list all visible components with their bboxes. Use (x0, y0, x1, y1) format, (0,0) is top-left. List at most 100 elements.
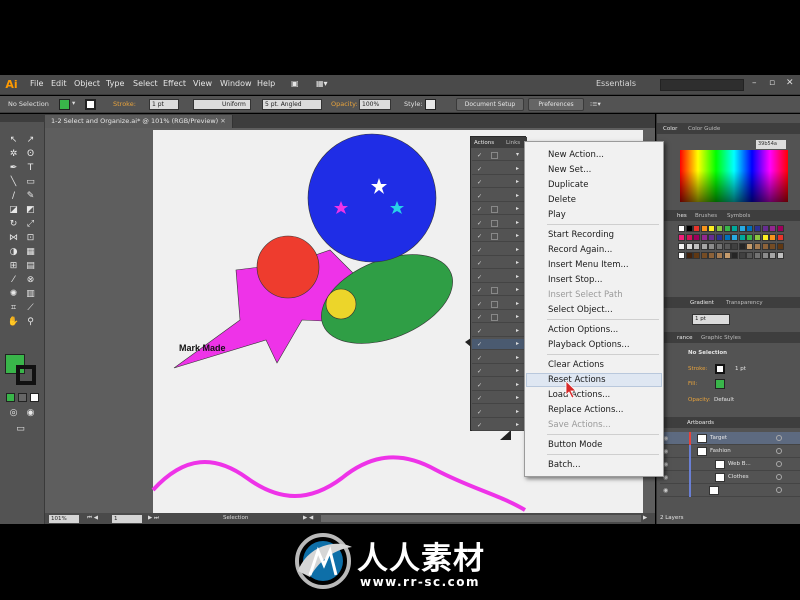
color-swatch[interactable] (716, 243, 723, 250)
expand-triangle-icon[interactable]: ▸ (516, 340, 519, 347)
action-toggle-icon[interactable]: ✓ (477, 382, 482, 389)
color-swatch[interactable] (738, 252, 746, 259)
color-swatch[interactable] (685, 225, 693, 232)
color-swatch[interactable] (776, 252, 784, 259)
expand-triangle-icon[interactable]: ▸ (516, 178, 519, 185)
color-swatch[interactable] (723, 234, 731, 241)
search-help-field[interactable] (660, 79, 744, 91)
expand-triangle-icon[interactable]: ▾ (516, 151, 519, 158)
line-tool-icon[interactable]: ╲ (7, 176, 20, 188)
tab-gradient[interactable]: Gradient (690, 298, 714, 308)
action-row[interactable]: ✓ ▸ (472, 245, 525, 256)
color-swatch[interactable] (716, 252, 723, 259)
action-toggle-icon[interactable]: ✓ (477, 355, 482, 362)
color-swatch[interactable] (678, 234, 685, 241)
eraser-tool-icon[interactable]: ◩ (24, 204, 37, 216)
color-swatch[interactable] (731, 243, 739, 250)
close-icon[interactable]: ✕ (786, 78, 794, 88)
action-toggle-icon[interactable]: ✓ (477, 422, 482, 429)
layer-name[interactable]: Web B... (728, 461, 751, 467)
action-toggle-icon[interactable]: ✓ (477, 179, 482, 186)
action-toggle-icon[interactable]: ✓ (477, 247, 482, 254)
color-swatch[interactable] (769, 234, 777, 241)
variable-width-profile[interactable]: Uniform (193, 99, 251, 110)
graphic-style-swatch[interactable] (425, 99, 436, 110)
action-toggle-icon[interactable]: ✓ (477, 368, 482, 375)
menu-type[interactable]: Type (106, 79, 124, 88)
color-swatch[interactable] (738, 225, 746, 232)
tab-symbols[interactable]: Symbols (727, 211, 750, 221)
menu-object[interactable]: Object (74, 79, 100, 88)
menu-file[interactable]: File (30, 79, 43, 88)
zoom-tool-icon[interactable]: ⚲ (24, 316, 37, 328)
color-swatch[interactable] (678, 243, 685, 250)
action-row[interactable]: ✓ ▸ (472, 312, 525, 323)
layer-row[interactable]: ◉ Target (660, 432, 800, 445)
color-swatch[interactable] (754, 243, 761, 250)
color-swatch[interactable] (700, 252, 708, 259)
draw-behind-icon[interactable]: ◉ (24, 407, 37, 419)
color-swatch[interactable] (678, 252, 685, 259)
action-row[interactable]: ✓ ▸ (472, 204, 525, 215)
layer-row[interactable]: ◉ (660, 484, 800, 497)
color-swatch[interactable] (685, 252, 693, 259)
expand-triangle-icon[interactable]: ▸ (516, 259, 519, 266)
expand-triangle-icon[interactable]: ▸ (516, 354, 519, 361)
swatch-grid[interactable] (678, 225, 786, 265)
preferences-button[interactable]: Preferences (528, 98, 584, 111)
target-circle-icon[interactable] (776, 474, 782, 480)
document-setup-button[interactable]: Document Setup (456, 98, 524, 111)
menu-item-play[interactable]: Play (548, 210, 566, 220)
mark-made-text[interactable]: Mark Made (179, 343, 226, 353)
target-circle-icon[interactable] (776, 461, 782, 467)
eyedropper-tool-icon[interactable]: ⁄ (7, 274, 20, 286)
rectangle-tool-icon[interactable]: ▭ (24, 176, 37, 188)
color-swatch[interactable] (693, 252, 701, 259)
action-row[interactable]: ✓ ▸ (472, 366, 525, 377)
color-spectrum[interactable] (680, 150, 788, 202)
color-swatch[interactable] (761, 225, 769, 232)
artboard-nav-next-icon[interactable]: ▶ ⏭ (148, 515, 159, 522)
appearance-fill-label[interactable]: Fill: (688, 381, 697, 387)
action-row[interactable]: ✓ ▸ (472, 272, 525, 283)
expand-triangle-icon[interactable]: ▸ (516, 381, 519, 388)
hand-tool-icon[interactable]: ✋ (7, 316, 20, 328)
color-swatch[interactable] (693, 243, 701, 250)
menu-item-start-recording[interactable]: Start Recording (548, 230, 614, 240)
layer-name[interactable]: Fashion (710, 448, 731, 454)
color-swatch[interactable] (754, 252, 761, 259)
action-toggle-icon[interactable]: ✓ (477, 287, 482, 294)
color-swatch[interactable] (746, 243, 754, 250)
paintbrush-tool-icon[interactable]: ∕ (7, 190, 20, 202)
rotate-tool-icon[interactable]: ↻ (7, 218, 20, 230)
menu-item-insert-stop[interactable]: Insert Stop... (548, 275, 603, 285)
expand-triangle-icon[interactable]: ▸ (516, 300, 519, 307)
menu-item-action-options[interactable]: Action Options... (548, 325, 618, 335)
color-swatch[interactable] (761, 234, 769, 241)
menu-item-button-mode[interactable]: Button Mode (548, 440, 602, 450)
menu-item-new-set[interactable]: New Set... (548, 165, 591, 175)
opacity-label[interactable]: Opacity: (331, 100, 358, 108)
color-swatch[interactable] (678, 225, 685, 232)
color-mode-icon[interactable] (6, 393, 15, 402)
direct-selection-tool-icon[interactable]: ↗ (24, 134, 37, 146)
action-toggle-icon[interactable]: ✓ (477, 233, 482, 240)
tab-transparency[interactable]: Transparency (726, 298, 763, 308)
action-row[interactable]: ✓ ▸ (472, 177, 525, 188)
menu-item-clear-actions[interactable]: Clear Actions (548, 360, 604, 370)
color-swatch[interactable] (754, 225, 761, 232)
stroke-label[interactable]: Stroke: (113, 100, 136, 108)
expand-triangle-icon[interactable]: ▸ (516, 192, 519, 199)
mesh-tool-icon[interactable]: ⊞ (7, 260, 20, 272)
color-swatch[interactable] (769, 225, 777, 232)
action-toggle-icon[interactable]: ✓ (477, 395, 482, 402)
tab-links[interactable]: Links (506, 138, 520, 148)
magic-wand-tool-icon[interactable]: ✲ (7, 148, 20, 160)
lasso-tool-icon[interactable]: ʘ (24, 148, 37, 160)
none-mode-icon[interactable] (30, 393, 39, 402)
workspace-switcher[interactable]: Essentials (596, 79, 636, 88)
dialog-toggle-icon[interactable] (491, 287, 498, 294)
expand-triangle-icon[interactable]: ▸ (516, 286, 519, 293)
action-toggle-icon[interactable]: ✓ (477, 314, 482, 321)
menu-edit[interactable]: Edit (51, 79, 67, 88)
